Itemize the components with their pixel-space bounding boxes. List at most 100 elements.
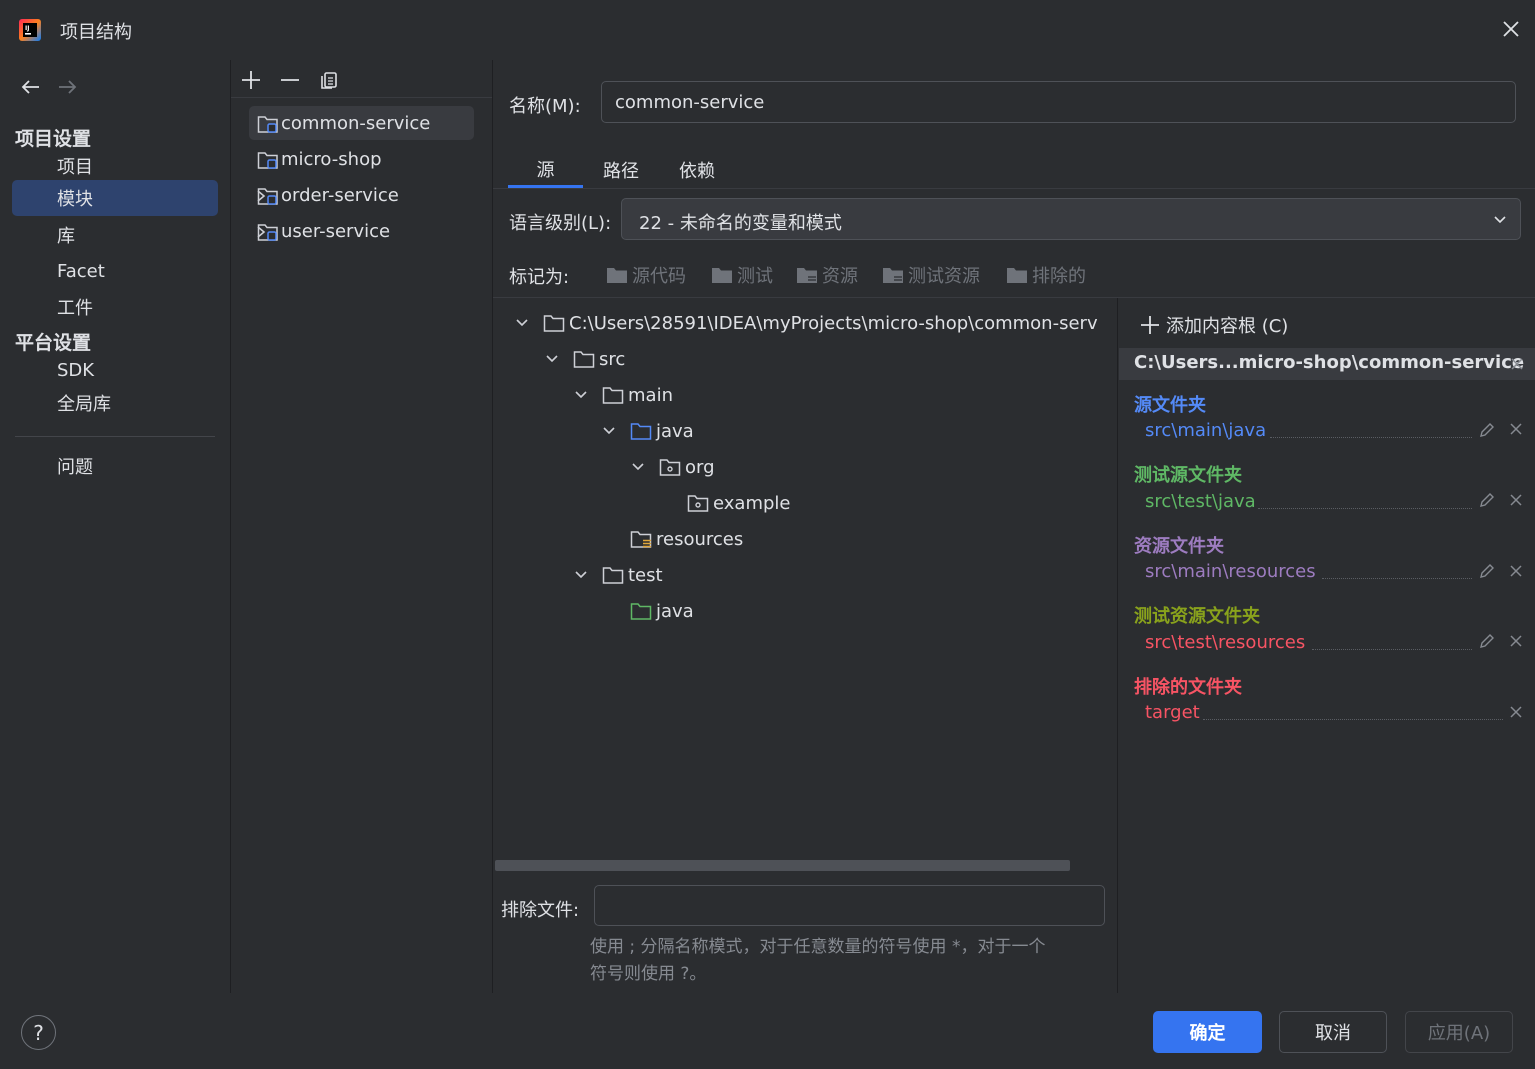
category-path: src\main\java [1145, 420, 1267, 441]
svg-text:IJ: IJ [25, 25, 29, 32]
chevron-down-icon[interactable] [574, 388, 588, 402]
module-label: order-service [281, 184, 399, 206]
edit-icon[interactable] [1478, 421, 1496, 439]
mark-button-label: 测试 [737, 266, 773, 287]
chevron-down-icon[interactable] [515, 316, 529, 330]
copy-icon[interactable] [314, 66, 344, 94]
module-folder-icon [257, 188, 278, 205]
dotted-leader [1312, 649, 1472, 650]
tree-node[interactable]: C:\Users\28591\IDEA\myProjects\micro-sho… [515, 305, 1098, 341]
tree-node[interactable]: resources [630, 521, 743, 557]
tree-node[interactable]: java [630, 593, 694, 629]
cancel-button[interactable]: 取消 [1279, 1011, 1387, 1053]
chevron-down-icon[interactable] [545, 352, 559, 366]
sidebar-item-problems[interactable]: 问题 [12, 448, 218, 484]
sidebar-item-label: 库 [57, 226, 75, 247]
sidebar-item-artifacts[interactable]: 工件 [12, 289, 218, 325]
tree-node-label: example [713, 492, 791, 514]
edit-icon[interactable] [1478, 632, 1496, 650]
remove-root-icon[interactable] [1510, 357, 1524, 371]
remove-icon[interactable] [1509, 564, 1523, 578]
add-icon[interactable] [236, 66, 266, 94]
forward-arrow-icon[interactable] [54, 74, 82, 100]
sidebar-item-label: 工件 [57, 298, 93, 319]
chevron-down-icon[interactable] [602, 424, 616, 438]
dotted-leader [1258, 508, 1472, 509]
module-label: user-service [281, 220, 391, 242]
edit-icon[interactable] [1478, 562, 1496, 580]
back-arrow-icon[interactable] [16, 74, 44, 100]
horizontal-scrollbar[interactable] [495, 860, 1070, 871]
test-resources-folder-icon [883, 268, 903, 283]
dotted-leader [1270, 437, 1472, 438]
ok-button[interactable]: 确定 [1153, 1011, 1262, 1053]
tab-sources[interactable]: 源 [508, 152, 583, 188]
tree-node[interactable]: src [545, 341, 625, 377]
project-settings-header: 项目设置 [15, 128, 92, 150]
folder-icon [712, 268, 732, 283]
remove-icon[interactable] [1509, 634, 1523, 648]
sidebar-item-project[interactable]: 项目 [12, 148, 218, 184]
hint-line: 符号则使用 ?。 [590, 964, 707, 984]
remove-icon[interactable] [275, 66, 305, 94]
tree-node-label: org [685, 456, 715, 478]
tab-label: 路径 [603, 161, 639, 182]
intellij-logo-icon: IJ [19, 19, 41, 41]
mark-tests-button[interactable]: 测试 [711, 262, 773, 288]
remove-icon[interactable] [1509, 705, 1523, 719]
tab-divider [493, 188, 1535, 189]
module-item[interactable]: user-service [249, 214, 474, 248]
sidebar-item-label: Facet [57, 260, 105, 282]
module-item[interactable]: micro-shop [249, 142, 474, 176]
tree-node[interactable]: test [574, 557, 663, 593]
remove-icon[interactable] [1509, 422, 1523, 436]
chevron-down-icon[interactable] [574, 568, 588, 582]
package-icon [687, 495, 709, 512]
sidebar-item-facets[interactable]: Facet [12, 253, 218, 289]
sidebar-item-label: 模块 [57, 189, 93, 210]
module-item[interactable]: common-service [249, 106, 474, 140]
tab-paths[interactable]: 路径 [590, 152, 652, 188]
sidebar-divider [15, 436, 215, 437]
remove-icon[interactable] [1509, 493, 1523, 507]
tree-node[interactable]: java [602, 413, 694, 449]
apply-button[interactable]: 应用(A) [1405, 1011, 1513, 1053]
sidebar-item-libraries[interactable]: 库 [12, 217, 218, 253]
folder-icon [607, 268, 627, 283]
module-name-input[interactable]: common-service [601, 81, 1516, 123]
name-label: 名称(M): [509, 96, 581, 117]
tab-dependencies[interactable]: 依赖 [666, 152, 728, 188]
close-icon[interactable] [1496, 14, 1526, 44]
module-folder-icon [257, 224, 278, 241]
module-item[interactable]: order-service [249, 178, 474, 212]
mark-button-label: 资源 [822, 266, 858, 287]
category-path: src\test\resources [1145, 632, 1306, 653]
mark-excluded-button[interactable]: 排除的 [1006, 262, 1086, 288]
mark-sources-button[interactable]: 源代码 [606, 262, 686, 288]
category-title-excluded: 排除的文件夹 [1134, 677, 1242, 698]
edit-icon[interactable] [1478, 491, 1496, 509]
source-folder-icon [630, 423, 652, 440]
exclude-files-input[interactable] [594, 885, 1105, 926]
mark-test-resources-button[interactable]: 测试资源 [882, 262, 980, 288]
tree-node[interactable]: main [574, 377, 673, 413]
chevron-down-icon[interactable] [631, 460, 645, 474]
sidebar-item-global-libraries[interactable]: 全局库 [12, 385, 218, 421]
dotted-leader [1203, 719, 1503, 720]
folder-icon [1007, 268, 1027, 283]
module-label: micro-shop [281, 148, 382, 170]
language-level-select[interactable]: 22 - 未命名的变量和模式 [621, 198, 1521, 240]
category-title-test-sources: 测试源文件夹 [1134, 465, 1242, 486]
category-path: src\test\java [1145, 491, 1256, 512]
category-title-resources: 资源文件夹 [1134, 536, 1224, 557]
sidebar-item-sdks[interactable]: SDK [12, 352, 218, 388]
add-content-root-button[interactable]: 添加内容根 (C) [1140, 312, 1288, 338]
sidebar-item-modules[interactable]: 模块 [12, 180, 218, 216]
help-icon[interactable]: ? [21, 1015, 56, 1050]
tree-node-label: java [656, 600, 694, 622]
mark-resources-button[interactable]: 资源 [796, 262, 858, 288]
tree-node[interactable]: example [687, 485, 790, 521]
tab-label: 源 [536, 159, 555, 181]
tree-node[interactable]: org [631, 449, 715, 485]
category-path: src\main\resources [1145, 561, 1316, 582]
